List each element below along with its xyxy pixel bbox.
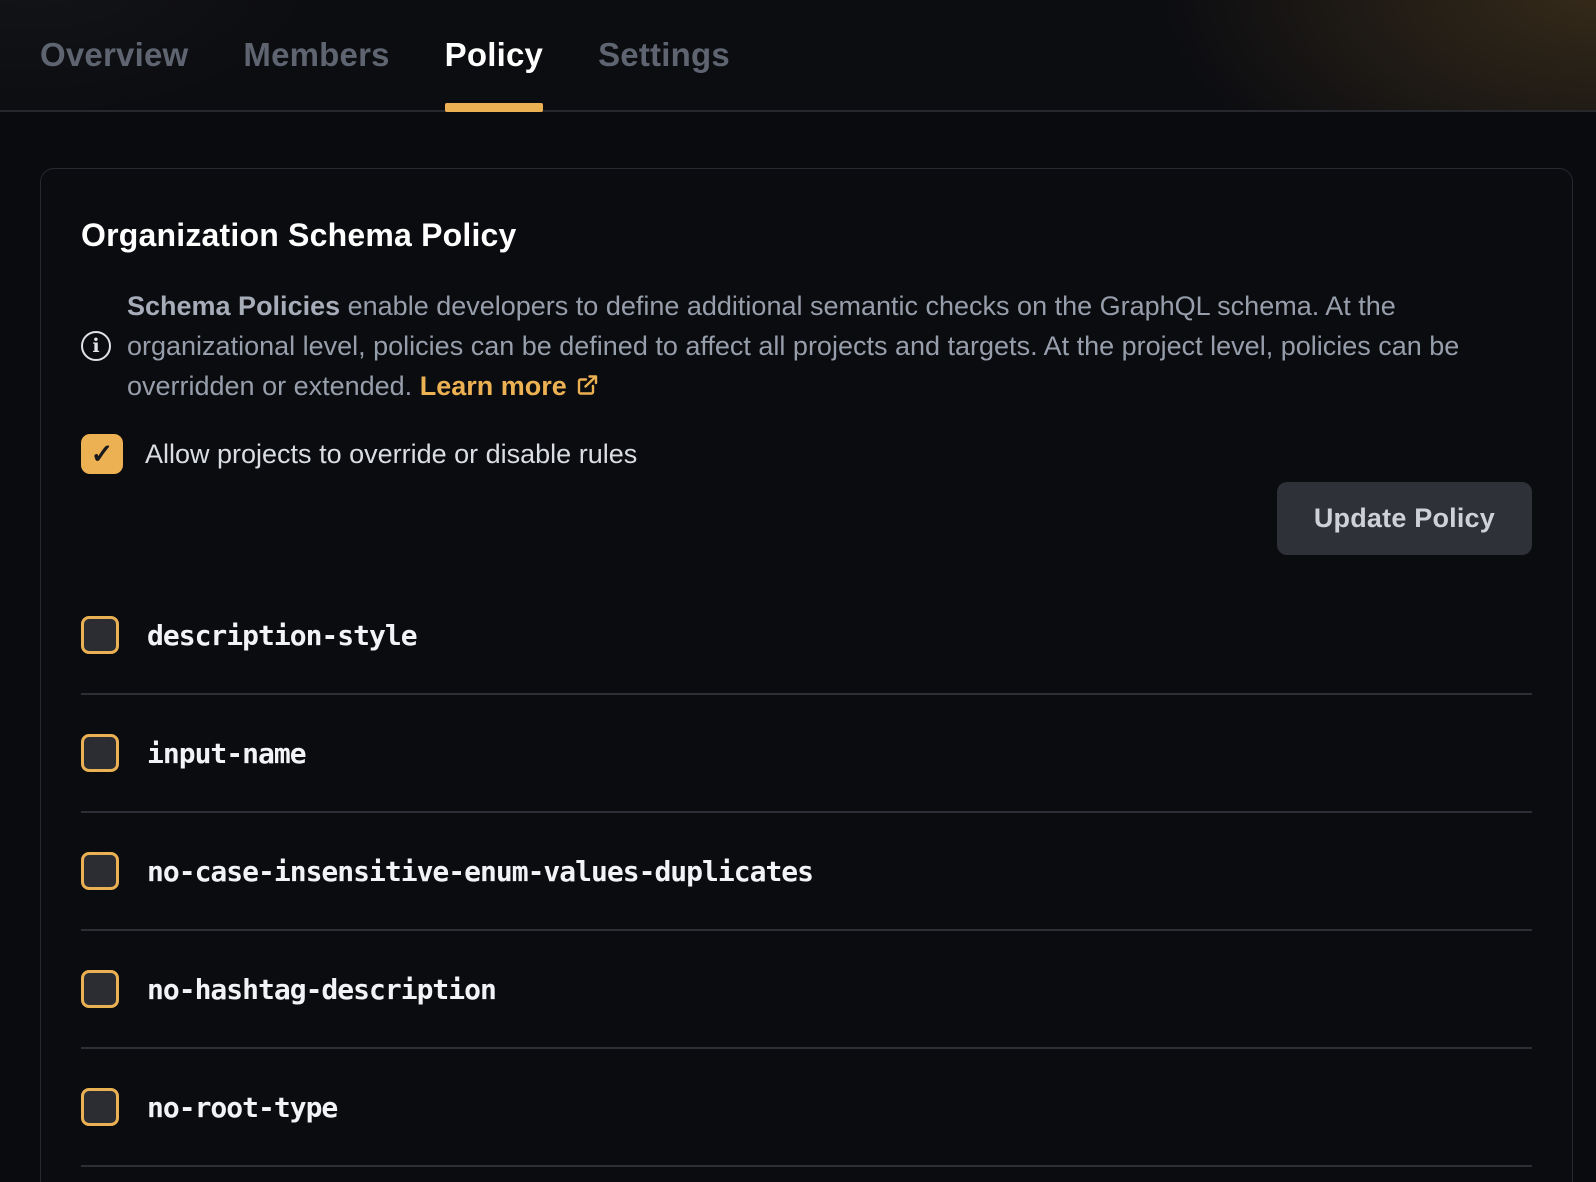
rule-row-description-style: description-style: [81, 577, 1532, 695]
allow-override-label: Allow projects to override or disable ru…: [145, 439, 637, 470]
tab-members-label: Members: [243, 36, 389, 74]
tab-settings-label: Settings: [598, 36, 730, 74]
tab-policy[interactable]: Policy: [445, 0, 543, 110]
tab-overview[interactable]: Overview: [40, 0, 188, 110]
active-tab-underline: [445, 103, 543, 112]
rule-row-input-name: input-name: [81, 695, 1532, 813]
rule-checkbox[interactable]: [81, 852, 119, 890]
page-title: Organization Schema Policy: [81, 217, 1532, 254]
rule-name: description-style: [147, 619, 417, 652]
rule-row-no-root-type: no-root-type: [81, 1049, 1532, 1167]
rule-name: no-root-type: [147, 1091, 337, 1124]
rule-checkbox[interactable]: [81, 970, 119, 1008]
rule-name: input-name: [147, 737, 306, 770]
schema-policy-card: Organization Schema Policy i Schema Poli…: [40, 168, 1573, 1182]
allow-override-row: ✓ Allow projects to override or disable …: [81, 434, 1532, 474]
tab-overview-label: Overview: [40, 36, 188, 74]
allow-override-checkbox[interactable]: ✓: [81, 434, 123, 474]
rule-checkbox[interactable]: [81, 734, 119, 772]
policy-info-note: i Schema Policies enable developers to d…: [81, 286, 1501, 406]
checkmark-icon: ✓: [91, 439, 114, 470]
rule-checkbox[interactable]: [81, 616, 119, 654]
policy-description-lead: Schema Policies: [127, 291, 340, 321]
tab-members[interactable]: Members: [243, 0, 389, 110]
rule-checkbox[interactable]: [81, 1088, 119, 1126]
tab-settings[interactable]: Settings: [598, 0, 730, 110]
rule-name: no-case-insensitive-enum-values-duplicat…: [147, 855, 813, 888]
external-link-icon: [575, 373, 599, 397]
rule-row-no-case-insensitive-enum-values-duplicates: no-case-insensitive-enum-values-duplicat…: [81, 813, 1532, 931]
update-policy-row: Update Policy: [81, 482, 1532, 555]
rule-name: no-hashtag-description: [147, 973, 496, 1006]
org-tab-bar: Overview Members Policy Settings: [0, 0, 1596, 112]
policy-description: Schema Policies enable developers to def…: [127, 286, 1501, 406]
tab-policy-label: Policy: [445, 36, 543, 74]
rule-row-no-hashtag-description: no-hashtag-description: [81, 931, 1532, 1049]
learn-more-link[interactable]: Learn more: [420, 371, 567, 401]
update-policy-button[interactable]: Update Policy: [1277, 482, 1532, 555]
rules-list: description-style input-name no-case-ins…: [81, 577, 1532, 1167]
info-icon: i: [81, 331, 111, 361]
